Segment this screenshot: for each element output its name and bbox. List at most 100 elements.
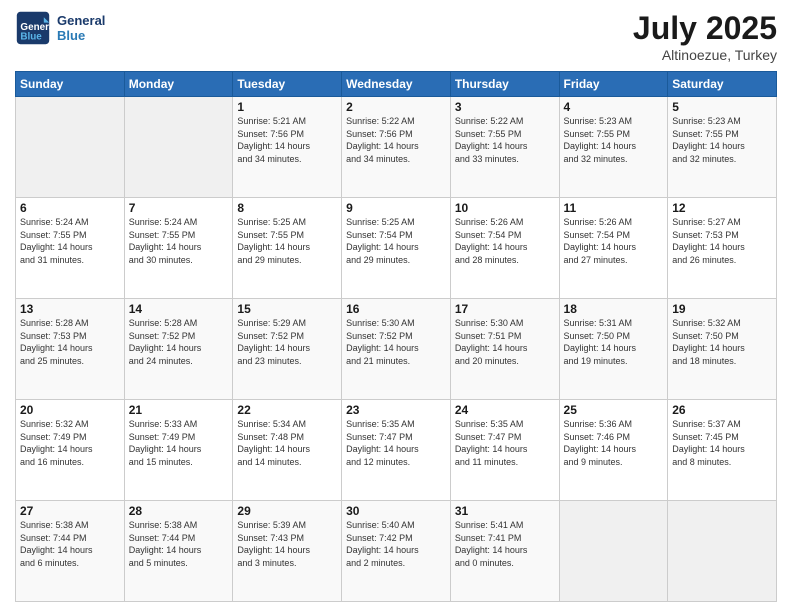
weekday-header-row: SundayMondayTuesdayWednesdayThursdayFrid… (16, 72, 777, 97)
calendar-week-3: 13Sunrise: 5:28 AM Sunset: 7:53 PM Dayli… (16, 299, 777, 400)
day-number: 5 (672, 100, 772, 114)
calendar-cell: 22Sunrise: 5:34 AM Sunset: 7:48 PM Dayli… (233, 400, 342, 501)
day-number: 25 (564, 403, 664, 417)
day-detail: Sunrise: 5:24 AM Sunset: 7:55 PM Dayligh… (129, 216, 229, 266)
calendar-cell: 15Sunrise: 5:29 AM Sunset: 7:52 PM Dayli… (233, 299, 342, 400)
day-number: 26 (672, 403, 772, 417)
day-number: 8 (237, 201, 337, 215)
calendar-week-2: 6Sunrise: 5:24 AM Sunset: 7:55 PM Daylig… (16, 198, 777, 299)
calendar-week-1: 1Sunrise: 5:21 AM Sunset: 7:56 PM Daylig… (16, 97, 777, 198)
calendar-cell: 27Sunrise: 5:38 AM Sunset: 7:44 PM Dayli… (16, 501, 125, 602)
calendar-cell: 5Sunrise: 5:23 AM Sunset: 7:55 PM Daylig… (668, 97, 777, 198)
day-detail: Sunrise: 5:23 AM Sunset: 7:55 PM Dayligh… (564, 115, 664, 165)
day-number: 14 (129, 302, 229, 316)
day-number: 29 (237, 504, 337, 518)
calendar-cell: 12Sunrise: 5:27 AM Sunset: 7:53 PM Dayli… (668, 198, 777, 299)
calendar-cell: 31Sunrise: 5:41 AM Sunset: 7:41 PM Dayli… (450, 501, 559, 602)
day-number: 11 (564, 201, 664, 215)
logo-text: General Blue (57, 13, 105, 43)
day-detail: Sunrise: 5:25 AM Sunset: 7:54 PM Dayligh… (346, 216, 446, 266)
svg-text:Blue: Blue (20, 32, 42, 43)
day-number: 18 (564, 302, 664, 316)
calendar-cell (559, 501, 668, 602)
logo-icon: General Blue (15, 10, 51, 46)
day-detail: Sunrise: 5:36 AM Sunset: 7:46 PM Dayligh… (564, 418, 664, 468)
day-detail: Sunrise: 5:39 AM Sunset: 7:43 PM Dayligh… (237, 519, 337, 569)
day-number: 13 (20, 302, 120, 316)
calendar-cell: 25Sunrise: 5:36 AM Sunset: 7:46 PM Dayli… (559, 400, 668, 501)
weekday-tuesday: Tuesday (233, 72, 342, 97)
day-number: 4 (564, 100, 664, 114)
calendar-cell: 2Sunrise: 5:22 AM Sunset: 7:56 PM Daylig… (342, 97, 451, 198)
day-number: 31 (455, 504, 555, 518)
calendar-cell: 1Sunrise: 5:21 AM Sunset: 7:56 PM Daylig… (233, 97, 342, 198)
weekday-wednesday: Wednesday (342, 72, 451, 97)
day-detail: Sunrise: 5:24 AM Sunset: 7:55 PM Dayligh… (20, 216, 120, 266)
day-detail: Sunrise: 5:40 AM Sunset: 7:42 PM Dayligh… (346, 519, 446, 569)
calendar-cell: 14Sunrise: 5:28 AM Sunset: 7:52 PM Dayli… (124, 299, 233, 400)
day-detail: Sunrise: 5:32 AM Sunset: 7:50 PM Dayligh… (672, 317, 772, 367)
day-detail: Sunrise: 5:38 AM Sunset: 7:44 PM Dayligh… (129, 519, 229, 569)
day-detail: Sunrise: 5:22 AM Sunset: 7:56 PM Dayligh… (346, 115, 446, 165)
day-number: 16 (346, 302, 446, 316)
day-detail: Sunrise: 5:32 AM Sunset: 7:49 PM Dayligh… (20, 418, 120, 468)
calendar-cell: 21Sunrise: 5:33 AM Sunset: 7:49 PM Dayli… (124, 400, 233, 501)
day-detail: Sunrise: 5:23 AM Sunset: 7:55 PM Dayligh… (672, 115, 772, 165)
day-detail: Sunrise: 5:37 AM Sunset: 7:45 PM Dayligh… (672, 418, 772, 468)
calendar-cell: 30Sunrise: 5:40 AM Sunset: 7:42 PM Dayli… (342, 501, 451, 602)
calendar-cell: 26Sunrise: 5:37 AM Sunset: 7:45 PM Dayli… (668, 400, 777, 501)
weekday-friday: Friday (559, 72, 668, 97)
day-detail: Sunrise: 5:34 AM Sunset: 7:48 PM Dayligh… (237, 418, 337, 468)
calendar-cell: 24Sunrise: 5:35 AM Sunset: 7:47 PM Dayli… (450, 400, 559, 501)
day-detail: Sunrise: 5:27 AM Sunset: 7:53 PM Dayligh… (672, 216, 772, 266)
day-number: 7 (129, 201, 229, 215)
calendar-cell (16, 97, 125, 198)
page: General Blue General Blue July 2025 Alti… (0, 0, 792, 612)
title-block: July 2025 Altinoezue, Turkey (633, 10, 777, 63)
day-number: 9 (346, 201, 446, 215)
day-number: 30 (346, 504, 446, 518)
calendar-cell: 6Sunrise: 5:24 AM Sunset: 7:55 PM Daylig… (16, 198, 125, 299)
day-detail: Sunrise: 5:35 AM Sunset: 7:47 PM Dayligh… (346, 418, 446, 468)
day-number: 10 (455, 201, 555, 215)
day-number: 3 (455, 100, 555, 114)
calendar-cell: 28Sunrise: 5:38 AM Sunset: 7:44 PM Dayli… (124, 501, 233, 602)
calendar-cell: 20Sunrise: 5:32 AM Sunset: 7:49 PM Dayli… (16, 400, 125, 501)
calendar-cell: 18Sunrise: 5:31 AM Sunset: 7:50 PM Dayli… (559, 299, 668, 400)
weekday-sunday: Sunday (16, 72, 125, 97)
calendar-cell: 19Sunrise: 5:32 AM Sunset: 7:50 PM Dayli… (668, 299, 777, 400)
calendar-cell: 7Sunrise: 5:24 AM Sunset: 7:55 PM Daylig… (124, 198, 233, 299)
location: Altinoezue, Turkey (633, 47, 777, 63)
calendar-cell: 4Sunrise: 5:23 AM Sunset: 7:55 PM Daylig… (559, 97, 668, 198)
header: General Blue General Blue July 2025 Alti… (15, 10, 777, 63)
day-number: 24 (455, 403, 555, 417)
day-detail: Sunrise: 5:30 AM Sunset: 7:52 PM Dayligh… (346, 317, 446, 367)
calendar-cell: 17Sunrise: 5:30 AM Sunset: 7:51 PM Dayli… (450, 299, 559, 400)
day-detail: Sunrise: 5:31 AM Sunset: 7:50 PM Dayligh… (564, 317, 664, 367)
day-detail: Sunrise: 5:25 AM Sunset: 7:55 PM Dayligh… (237, 216, 337, 266)
calendar-week-4: 20Sunrise: 5:32 AM Sunset: 7:49 PM Dayli… (16, 400, 777, 501)
logo: General Blue General Blue (15, 10, 105, 46)
calendar-cell (668, 501, 777, 602)
day-number: 17 (455, 302, 555, 316)
day-number: 6 (20, 201, 120, 215)
month-title: July 2025 (633, 10, 777, 47)
weekday-thursday: Thursday (450, 72, 559, 97)
day-detail: Sunrise: 5:30 AM Sunset: 7:51 PM Dayligh… (455, 317, 555, 367)
day-number: 20 (20, 403, 120, 417)
calendar-cell (124, 97, 233, 198)
day-number: 12 (672, 201, 772, 215)
calendar-cell: 3Sunrise: 5:22 AM Sunset: 7:55 PM Daylig… (450, 97, 559, 198)
day-detail: Sunrise: 5:26 AM Sunset: 7:54 PM Dayligh… (564, 216, 664, 266)
day-number: 1 (237, 100, 337, 114)
calendar-cell: 23Sunrise: 5:35 AM Sunset: 7:47 PM Dayli… (342, 400, 451, 501)
day-detail: Sunrise: 5:28 AM Sunset: 7:52 PM Dayligh… (129, 317, 229, 367)
day-number: 27 (20, 504, 120, 518)
day-number: 22 (237, 403, 337, 417)
day-detail: Sunrise: 5:28 AM Sunset: 7:53 PM Dayligh… (20, 317, 120, 367)
day-number: 21 (129, 403, 229, 417)
day-detail: Sunrise: 5:29 AM Sunset: 7:52 PM Dayligh… (237, 317, 337, 367)
calendar-cell: 11Sunrise: 5:26 AM Sunset: 7:54 PM Dayli… (559, 198, 668, 299)
day-detail: Sunrise: 5:33 AM Sunset: 7:49 PM Dayligh… (129, 418, 229, 468)
calendar-cell: 13Sunrise: 5:28 AM Sunset: 7:53 PM Dayli… (16, 299, 125, 400)
